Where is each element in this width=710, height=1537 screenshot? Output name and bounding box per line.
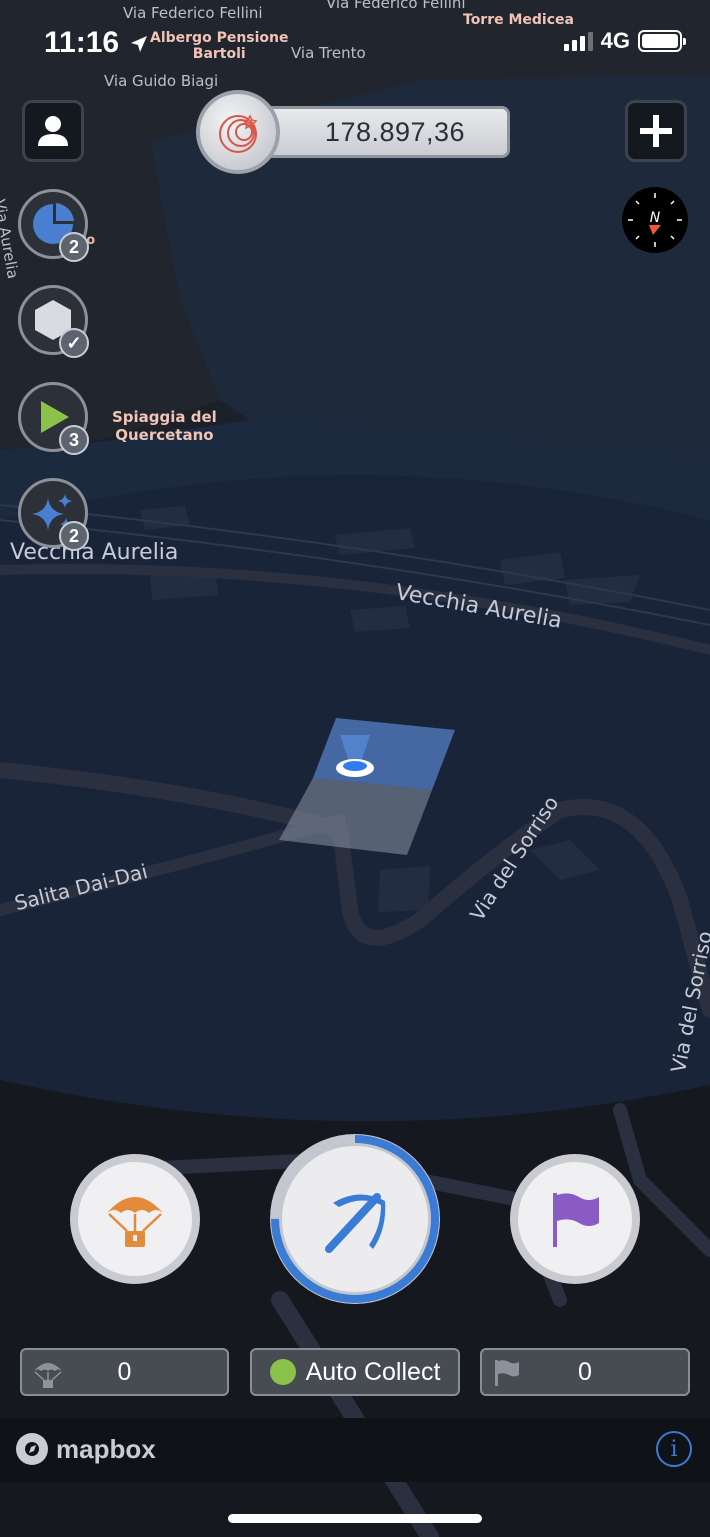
airdrop-button[interactable] — [70, 1154, 200, 1284]
play-button[interactable]: 3 — [18, 382, 89, 455]
info-icon: i — [670, 1436, 678, 1462]
flag-counter[interactable]: 0 — [480, 1348, 690, 1396]
person-icon — [38, 116, 68, 146]
airdrop-count: 0 — [117, 1357, 132, 1386]
sparkles-badge: 2 — [59, 521, 89, 551]
pickaxe-icon — [325, 1193, 386, 1253]
status-time-text: 11:16 — [44, 26, 120, 59]
map-canvas[interactable] — [0, 0, 710, 1537]
mapbox-wordmark: mapbox — [56, 1433, 156, 1464]
street-label: Vecchia Aurelia — [10, 540, 179, 565]
signal-icon — [563, 31, 593, 51]
mapbox-logo[interactable]: mapbox — [16, 1433, 156, 1465]
auto-collect-toggle[interactable]: Auto Collect — [250, 1348, 460, 1396]
hexagon-button[interactable]: ✓ — [18, 285, 89, 358]
add-button[interactable] — [625, 100, 687, 162]
profile-button[interactable] — [22, 100, 84, 162]
street-label: Via Guido Biagi — [104, 72, 219, 90]
poi-label: Torre Medicea — [463, 12, 574, 28]
compass-icon: N — [628, 193, 682, 247]
poi-label-line: Albergo Pensione — [150, 30, 289, 46]
poi-label: Albergo Pensione Bartoli — [150, 30, 289, 62]
balance-display[interactable]: 178.897,36 — [196, 90, 516, 174]
stats-badge: 2 — [59, 232, 89, 262]
street-label: Via Federico Fellini — [123, 4, 263, 22]
poi-label-line: Spiaggia del — [112, 408, 217, 426]
auto-collect-indicator — [269, 1359, 296, 1385]
balance-value: 178.897,36 — [256, 106, 510, 158]
poi-label: Spiaggia del Quercetano — [112, 408, 217, 444]
sparkles-button[interactable]: 2 — [18, 478, 89, 551]
flag-icon — [553, 1193, 599, 1247]
mine-button-face — [282, 1146, 428, 1292]
street-label: Via Trento — [291, 44, 366, 62]
mapbox-logo-icon — [16, 1433, 48, 1465]
auto-collect-label: Auto Collect — [305, 1357, 441, 1386]
battery-icon — [638, 30, 686, 52]
info-button[interactable]: i — [656, 1431, 692, 1467]
parachute-icon — [107, 1197, 163, 1247]
play-badge: 3 — [59, 425, 89, 455]
stats-button[interactable]: 2 — [18, 189, 89, 262]
compass-north-label: N — [650, 210, 661, 226]
compass-button[interactable]: N — [622, 187, 688, 253]
home-indicator[interactable] — [228, 1514, 482, 1523]
network-type: 4G — [600, 28, 630, 53]
status-indicators: 4G — [563, 28, 686, 54]
mine-button[interactable] — [270, 1134, 440, 1304]
flag-count: 0 — [578, 1357, 592, 1386]
flag-button[interactable] — [510, 1154, 640, 1284]
street-label: Via Federico Fellini — [326, 0, 466, 12]
plus-icon — [640, 115, 672, 147]
coin-rings-icon — [219, 114, 258, 153]
hexagon-badge: ✓ — [59, 328, 89, 358]
airdrop-counter[interactable]: 0 — [20, 1348, 229, 1396]
location-arrow-icon — [131, 36, 148, 53]
poi-label-line: Bartoli — [192, 46, 246, 62]
poi-label-line: Quercetano — [115, 426, 214, 444]
coin-icon — [196, 90, 280, 174]
status-time: 11:16 — [44, 26, 149, 60]
